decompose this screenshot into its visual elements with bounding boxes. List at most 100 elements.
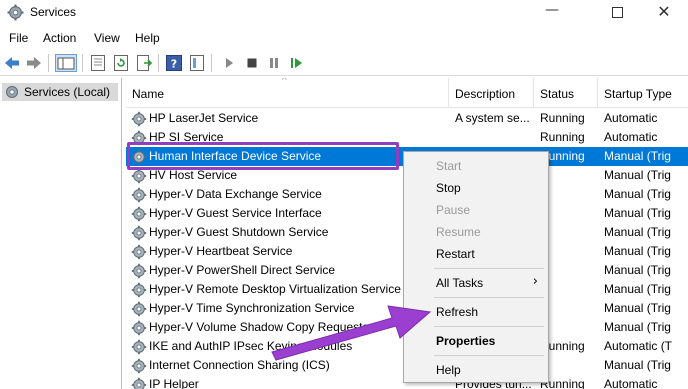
maximize-button[interactable]: [595, 0, 641, 26]
menu-separator: [434, 326, 544, 327]
menu-item-refresh[interactable]: Refresh: [404, 302, 548, 322]
properties-icon[interactable]: [89, 54, 107, 72]
service-startup-type: Automatic: [604, 111, 658, 125]
toolbar-separator: [48, 54, 49, 72]
menu-item-restart[interactable]: Restart: [404, 244, 548, 264]
service-name: IKE and AuthIP IPsec Keying Modules: [149, 339, 353, 353]
service-description: A system se...: [455, 111, 530, 125]
service-gear-icon: [131, 263, 147, 279]
menu-item-help[interactable]: Help: [404, 360, 548, 380]
service-name: Hyper-V Guest Service Interface: [149, 206, 322, 220]
services-gear-icon: [6, 86, 18, 98]
service-name: Hyper-V Guest Shutdown Service: [149, 225, 329, 239]
menu-item-stop[interactable]: Stop: [404, 178, 548, 198]
service-startup-type: Automatic: [604, 130, 658, 144]
export-list-icon[interactable]: [135, 54, 153, 72]
column-header-description[interactable]: Description: [449, 78, 534, 108]
service-startup-type: Manual (Trig: [604, 320, 671, 334]
column-header-label: Name: [132, 87, 165, 101]
window-title: Services: [30, 5, 77, 19]
service-startup-type: Automatic (T: [604, 339, 673, 353]
minimize-button[interactable]: —: [529, 2, 575, 28]
menu-separator: [434, 268, 544, 269]
pause-icon[interactable]: [265, 54, 283, 72]
minimize-icon: —: [545, 2, 559, 18]
column-header-name[interactable]: Name ^: [126, 78, 449, 108]
close-icon: ✕: [657, 2, 671, 21]
services-gear-icon: [7, 4, 24, 21]
service-startup-type: Automatic: [604, 377, 658, 389]
stop-icon[interactable]: [243, 54, 261, 72]
service-name: IP Helper: [149, 377, 199, 389]
menu-bar: File Action View Help: [0, 27, 688, 49]
column-header-label: Startup Type: [604, 87, 672, 101]
service-gear-icon: [131, 301, 147, 317]
menu-help[interactable]: Help: [135, 31, 160, 45]
submenu-arrow-icon: ›: [532, 274, 538, 289]
column-header-label: Description: [455, 87, 516, 101]
toolbar-separator: [158, 54, 159, 72]
menu-file[interactable]: File: [9, 31, 28, 45]
service-gear-icon: [131, 358, 147, 374]
service-startup-type: Manual (Trig: [604, 168, 671, 182]
service-name: Hyper-V PowerShell Direct Service: [149, 263, 336, 277]
help-icon[interactable]: ?: [165, 54, 183, 72]
back-arrow-icon[interactable]: [3, 54, 21, 72]
title-bar: Services — ✕: [0, 0, 688, 26]
console-tree-icon[interactable]: [55, 54, 77, 72]
menu-item-all-tasks[interactable]: All Tasks ›: [404, 273, 548, 293]
column-header-status[interactable]: Status: [534, 78, 598, 108]
table-row[interactable]: HP LaserJet Service A system se... Running…: [126, 109, 688, 128]
service-startup-type: Manual (Trig: [604, 206, 671, 220]
maximize-icon: [612, 7, 623, 18]
list-header: Name ^ Description Status Startup Type: [126, 78, 688, 108]
close-button[interactable]: ✕: [641, 2, 687, 28]
service-startup-type: Manual (Trig: [604, 187, 671, 201]
restart-icon[interactable]: [288, 54, 306, 72]
service-status: Running: [540, 130, 585, 144]
menu-item-resume[interactable]: Resume: [404, 222, 548, 242]
sort-ascending-icon: ^: [282, 78, 287, 86]
service-name: HV Host Service: [149, 168, 238, 182]
service-name: Hyper-V Remote Desktop Virtualization Se…: [149, 282, 401, 296]
menu-view[interactable]: View: [94, 31, 120, 45]
menu-item-start[interactable]: Start: [404, 156, 548, 176]
service-gear-icon: [131, 206, 147, 222]
column-header-label: Status: [540, 87, 575, 101]
svg-text:?: ?: [171, 58, 177, 71]
toolbar: ?: [0, 50, 688, 76]
service-gear-icon: [131, 111, 147, 127]
refresh-icon[interactable]: [112, 54, 130, 72]
service-name: Hyper-V Volume Shadow Copy Requestor: [149, 320, 374, 334]
play-icon[interactable]: [220, 54, 238, 72]
menu-action[interactable]: Action: [43, 31, 76, 45]
tree-item-services-local[interactable]: Services (Local): [2, 83, 118, 101]
service-startup-type: Manual (Trig: [604, 282, 671, 296]
service-gear-icon: [131, 339, 147, 355]
service-startup-type: Manual (Trig: [604, 149, 671, 163]
service-startup-type: Manual (Trig: [604, 263, 671, 277]
menu-item-properties[interactable]: Properties: [404, 331, 548, 351]
menu-item-pause[interactable]: Pause: [404, 200, 548, 220]
service-gear-icon: [131, 187, 147, 203]
toolbar-separator: [82, 54, 83, 72]
context-menu: Start Stop Pause Resume Restart All Task…: [403, 151, 549, 383]
column-header-startup-type[interactable]: Startup Type: [598, 78, 688, 108]
service-gear-icon: [131, 225, 147, 241]
service-status: Running: [540, 111, 585, 125]
tree-item-label: Services (Local): [24, 85, 111, 99]
service-gear-icon: [131, 244, 147, 260]
console-tree-pane: Services (Local): [0, 78, 122, 389]
forward-arrow-icon[interactable]: [25, 54, 43, 72]
service-name: Hyper-V Heartbeat Service: [149, 244, 293, 258]
menu-separator: [434, 355, 544, 356]
show-hide-icon[interactable]: [188, 54, 206, 72]
service-name: HP LaserJet Service: [149, 111, 259, 125]
service-startup-type: Manual (Trig: [604, 225, 671, 239]
service-startup-type: Manual (Trig: [604, 358, 671, 372]
service-name: Hyper-V Data Exchange Service: [149, 187, 322, 201]
service-gear-icon: [131, 377, 147, 389]
service-gear-icon: [131, 320, 147, 336]
service-startup-type: Manual (Trig: [604, 301, 671, 315]
service-gear-icon: [131, 282, 147, 298]
